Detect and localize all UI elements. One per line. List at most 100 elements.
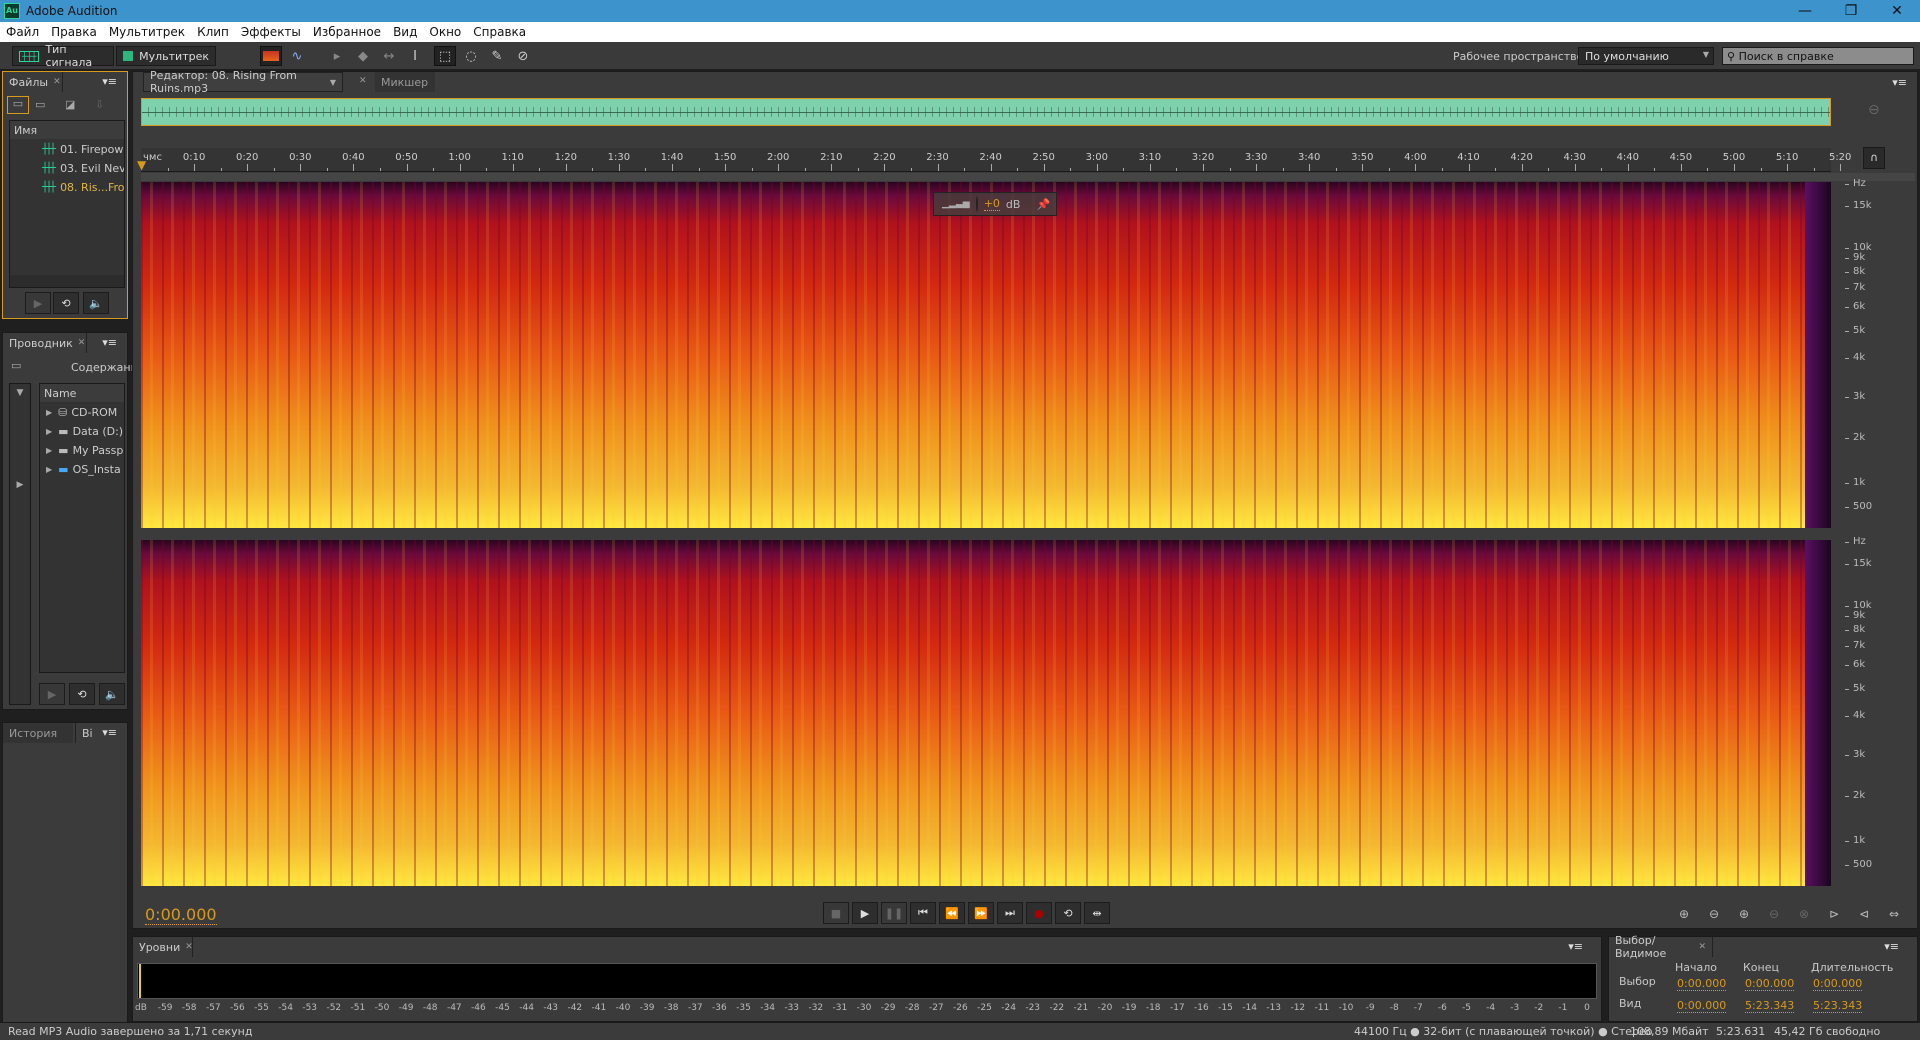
zoom-in-time-icon[interactable]: ⊕ (1732, 903, 1756, 925)
panel-menu-icon[interactable]: ▾≡ (1892, 76, 1907, 89)
menu-favorites[interactable]: Избранное (313, 25, 381, 39)
files-column-header[interactable]: Имя (10, 121, 124, 140)
zoom-out-point-icon[interactable]: ⊲ (1852, 903, 1876, 925)
multitrack-view-button[interactable]: Мультитрек (116, 46, 216, 66)
panel-menu-icon[interactable]: ▾≡ (102, 336, 117, 349)
selection-duration[interactable]: 0:00.000 (1813, 977, 1863, 991)
view-end[interactable]: 5:23.343 (1745, 999, 1795, 1013)
tab-levels[interactable]: Уровни ✕ (133, 937, 193, 957)
selection-start[interactable]: 0:00.000 (1677, 977, 1727, 991)
view-duration[interactable]: 5:23.343 (1813, 999, 1863, 1013)
expand-icon[interactable]: ▶ (10, 480, 30, 490)
spot-healing-brush-icon[interactable]: ⊘ (512, 46, 534, 66)
panel-menu-icon[interactable]: ▾≡ (102, 726, 117, 739)
close-icon[interactable]: ✕ (53, 77, 61, 87)
spectrogram-channel-right[interactable] (141, 540, 1831, 886)
spectral-pitch-display-icon[interactable]: ∿ (286, 46, 308, 66)
zoom-out-amplitude-icon[interactable]: ⊖ (1702, 903, 1726, 925)
panel-menu-icon[interactable]: ▾≡ (102, 75, 117, 88)
snap-magnet-icon[interactable]: ∩ (1863, 147, 1885, 169)
new-file-icon[interactable]: ◪ (65, 98, 75, 111)
folder-tree[interactable]: ▼ ▶ (9, 383, 31, 705)
selection-end[interactable]: 0:00.000 (1745, 977, 1795, 991)
play-preview-button[interactable]: ▶ (39, 683, 65, 705)
stop-button[interactable]: ■ (823, 902, 849, 924)
close-icon[interactable]: ✕ (1698, 942, 1706, 952)
record-button[interactable]: ● (1026, 902, 1052, 924)
expand-arrow-icon[interactable]: ▶ (46, 408, 52, 417)
menu-file[interactable]: Файл (6, 25, 39, 39)
move-tool-icon[interactable]: ▸ (326, 46, 348, 66)
menu-effects[interactable]: Эффекты (241, 25, 301, 39)
loop-preview-button[interactable]: ⟲ (69, 683, 95, 705)
menu-edit[interactable]: Правка (51, 25, 97, 39)
time-ruler[interactable]: чмс ▼ 0:10 0:20 0:30 0:40 0:50 1:00 1:10 1:20 1:… (137, 148, 1851, 172)
tab-files[interactable]: Файлы ✕ (3, 72, 63, 92)
spectrogram-channel-left[interactable] (141, 182, 1831, 528)
brush-tool-icon[interactable]: ✎ (486, 46, 508, 66)
close-icon[interactable]: ✕ (359, 76, 367, 86)
gain-value[interactable]: +0 (983, 197, 1000, 211)
minimize-button[interactable]: — (1782, 0, 1828, 22)
collapse-icon[interactable]: ▼ (10, 388, 30, 398)
overview-navigator[interactable] (141, 98, 1831, 126)
vertical-scroll-handle[interactable] (141, 173, 1915, 181)
waveform-view-button[interactable]: ┼┼┼ Тип сигнала (12, 43, 114, 69)
help-search-input[interactable]: ⚲ Поиск в справке (1722, 47, 1914, 65)
list-item[interactable]: ┼┼┼ 01. Firepower (10, 140, 124, 159)
lasso-tool-icon[interactable]: ◌ (460, 46, 482, 66)
insert-into-multitrack-icon[interactable]: ⇩ (95, 98, 104, 111)
gain-knob[interactable] (975, 196, 978, 212)
close-icon[interactable]: ✕ (185, 942, 193, 952)
zoom-out-full-icon[interactable]: ⊖ (1868, 102, 1880, 118)
close-window-button[interactable]: ✕ (1874, 0, 1920, 22)
explorer-column-header[interactable]: Name (40, 384, 124, 403)
tab-selection-view[interactable]: Выбор/Видимое ✕ (1609, 934, 1713, 960)
list-item[interactable]: ▶ ⛁ CD-ROM (40, 403, 124, 422)
zoom-out-full-icon[interactable]: ⊗ (1792, 903, 1816, 925)
file-dropdown-icon[interactable]: ▼ (330, 78, 336, 87)
menu-clip[interactable]: Клип (197, 25, 229, 39)
playhead-icon[interactable]: ▼ (137, 158, 146, 172)
expand-arrow-icon[interactable]: ▶ (46, 465, 52, 474)
list-item[interactable]: ▶ ▬ Data (D:) (40, 422, 124, 441)
zoom-out-time-icon[interactable]: ⊖ (1762, 903, 1786, 925)
spectral-display-icon[interactable] (260, 46, 282, 66)
razor-tool-icon[interactable]: ◆ (352, 46, 374, 66)
list-item[interactable]: ▶ ▬ My Passp (40, 441, 124, 460)
skip-selection-button[interactable]: ⇹ (1084, 902, 1110, 924)
menu-view[interactable]: Вид (393, 25, 417, 39)
workspace-select[interactable]: По умолчанию ▼ (1578, 47, 1714, 65)
expand-arrow-icon[interactable]: ▶ (46, 446, 52, 455)
play-preview-button[interactable]: ▶ (25, 292, 51, 314)
expand-arrow-icon[interactable]: ▶ (46, 427, 52, 436)
marquee-selection-tool-icon[interactable]: ⬚ (434, 46, 456, 66)
close-icon[interactable]: ✕ (78, 338, 86, 348)
loop-playback-button[interactable]: ⟲ (1055, 902, 1081, 924)
zoom-to-selection-icon[interactable]: ⇔ (1882, 903, 1906, 925)
panel-menu-icon[interactable]: ▾≡ (1568, 940, 1583, 953)
autoplay-button[interactable]: 🔈 (83, 292, 109, 314)
tab-history[interactable]: История (3, 723, 73, 743)
import-file-icon[interactable]: ▭ (35, 98, 45, 111)
menu-window[interactable]: Окно (429, 25, 461, 39)
go-to-end-button[interactable]: ⏭ (997, 902, 1023, 924)
zoom-in-point-icon[interactable]: ⊳ (1822, 903, 1846, 925)
current-time-display[interactable]: 0:00.000 (145, 905, 217, 925)
tab-editor[interactable]: Редактор: 08. Rising From Ruins.mp3 ▼ (143, 69, 343, 95)
time-selection-tool-icon[interactable]: I (404, 46, 426, 66)
zoom-in-amplitude-icon[interactable]: ⊕ (1672, 903, 1696, 925)
horizontal-scrollbar[interactable] (10, 275, 124, 287)
rewind-button[interactable]: ⏪ (939, 902, 965, 924)
list-item[interactable]: ▶ ▬ OS_Insta (40, 460, 124, 479)
pin-icon[interactable]: 📌 (1036, 198, 1050, 211)
tab-explorer[interactable]: Проводник ✕ (3, 333, 87, 353)
tab-mixer[interactable]: Микшер (375, 72, 435, 92)
panel-menu-icon[interactable]: ▾≡ (1884, 940, 1899, 953)
autoplay-button[interactable]: 🔈 (99, 683, 125, 705)
list-item-active[interactable]: ┼┼┼ 08. Ris...From (10, 178, 124, 197)
menu-help[interactable]: Справка (473, 25, 526, 39)
loop-preview-button[interactable]: ⟲ (53, 292, 79, 314)
pause-button[interactable]: ❚❚ (881, 902, 907, 924)
open-file-icon[interactable]: ▭ (7, 96, 29, 114)
